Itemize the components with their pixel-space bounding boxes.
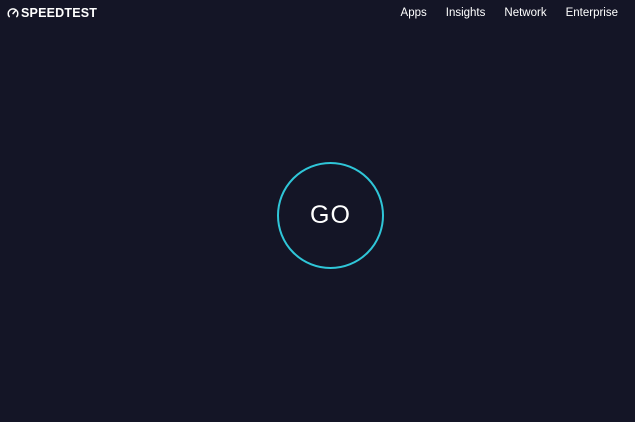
site-header: SPEEDTEST Apps Insights Network Enterpri… xyxy=(0,0,635,28)
go-button[interactable]: GO xyxy=(277,162,384,269)
gauge-icon xyxy=(7,7,19,19)
speedtest-logo[interactable]: SPEEDTEST xyxy=(7,6,97,20)
nav-link-network[interactable]: Network xyxy=(504,6,546,20)
logo-text: SPEEDTEST xyxy=(21,6,98,20)
nav-link-apps[interactable]: Apps xyxy=(401,6,427,20)
page: SPEEDTEST Apps Insights Network Enterpri… xyxy=(0,0,635,422)
main-nav: Apps Insights Network Enterprise xyxy=(401,6,618,20)
nav-link-enterprise[interactable]: Enterprise xyxy=(566,6,618,20)
go-label: GO xyxy=(310,201,351,229)
nav-link-insights[interactable]: Insights xyxy=(446,6,486,20)
